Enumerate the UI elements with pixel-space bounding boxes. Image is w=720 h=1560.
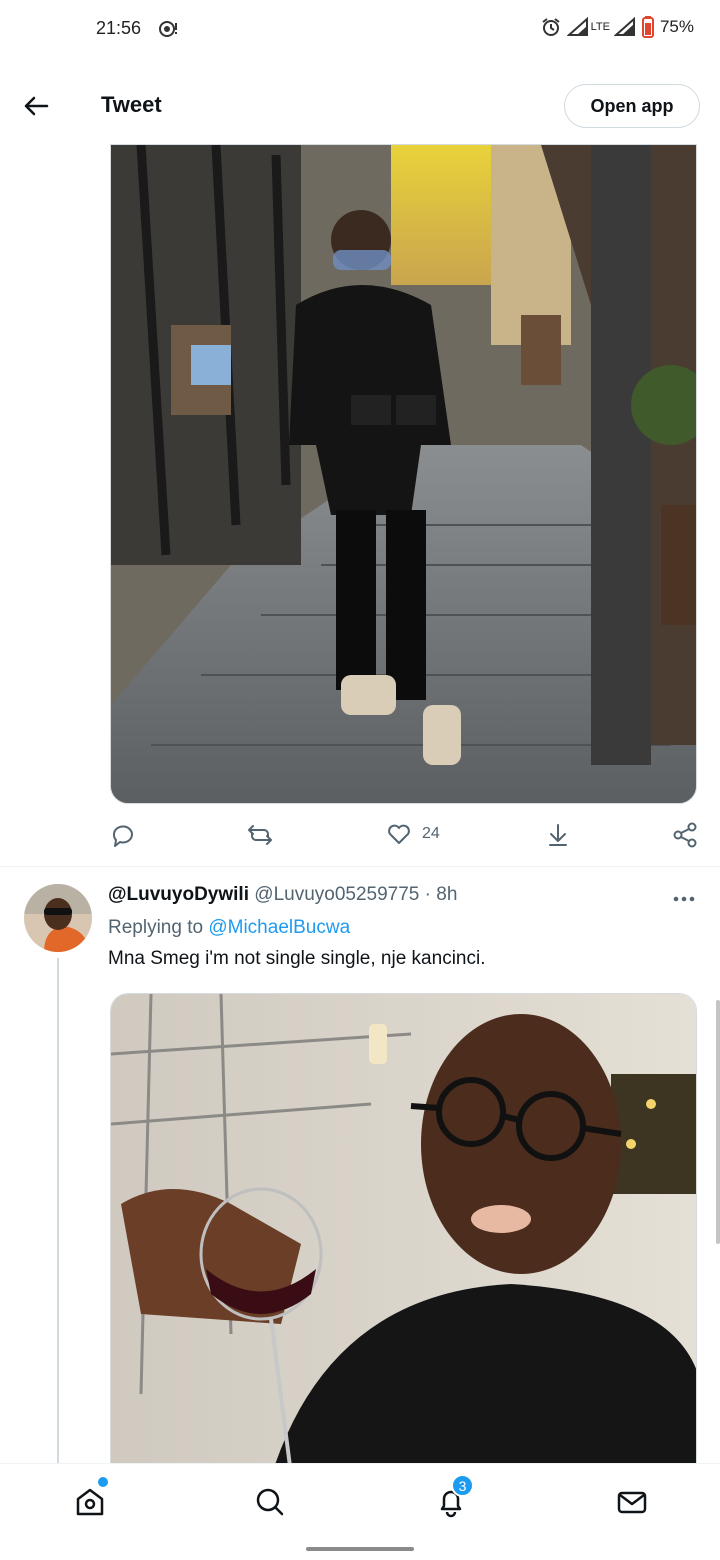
reply-icon	[112, 825, 133, 847]
more-options-button[interactable]	[672, 888, 696, 910]
tweet-time[interactable]: 8h	[436, 884, 457, 905]
bookmark-button[interactable]	[546, 822, 570, 848]
avatar-image	[24, 884, 92, 952]
bottom-nav: 3	[0, 1463, 720, 1539]
thread-line	[57, 958, 59, 1463]
top-app-bar: Tweet Open app	[0, 68, 720, 144]
signal-icon	[566, 17, 588, 36]
replying-to: Replying to @MichaelBucwa	[108, 917, 350, 939]
nav-home[interactable]	[70, 1482, 110, 1522]
whatsapp-notification-icon	[159, 21, 177, 37]
avatar[interactable]	[24, 884, 92, 952]
network-type: LTE	[590, 21, 610, 33]
status-time: 21:56	[96, 18, 142, 38]
gesture-handle[interactable]	[306, 1547, 414, 1551]
battery-icon	[641, 16, 654, 38]
notifications-badge: 3	[451, 1474, 474, 1497]
home-icon	[76, 1488, 104, 1516]
tweet-text: Mna Smeg i'm not single single, nje kanc…	[108, 948, 486, 969]
status-icons: LTE 75%	[541, 16, 694, 38]
download-arrow-icon	[549, 824, 567, 846]
page-title: Tweet	[101, 92, 162, 117]
heart-icon	[388, 824, 410, 844]
user-handle[interactable]: @Luvuyo05259775	[254, 884, 419, 905]
separator: ·	[424, 884, 431, 905]
divider	[0, 866, 720, 867]
alarm-icon	[542, 18, 560, 36]
retweet-icon	[248, 825, 272, 845]
reply-photo-image	[111, 994, 696, 1512]
share-button[interactable]	[672, 822, 698, 848]
back-button[interactable]	[16, 86, 56, 126]
share-icon	[673, 822, 697, 848]
reply-photo[interactable]	[110, 993, 697, 1513]
open-app-button[interactable]: Open app	[564, 84, 700, 128]
retweet-button[interactable]	[246, 822, 274, 848]
reply-button[interactable]	[110, 822, 136, 848]
reply-header: @LuvuyoDywili @Luvuyo05259775 · 8h	[108, 884, 457, 906]
tweet-photo[interactable]	[110, 144, 697, 804]
nav-search[interactable]	[250, 1482, 290, 1522]
nav-messages[interactable]	[612, 1482, 652, 1522]
new-tweets-dot	[98, 1477, 108, 1487]
signal-icon	[613, 17, 635, 36]
messages-icon	[617, 1491, 647, 1514]
tweet-actions: 24	[108, 816, 704, 856]
replying-label: Replying to	[108, 917, 204, 938]
tweet-photo-image	[111, 145, 696, 803]
display-name[interactable]: @LuvuyoDywili	[108, 884, 249, 905]
search-icon	[256, 1488, 284, 1516]
like-count: 24	[422, 825, 440, 842]
more-dots-icon	[673, 896, 695, 902]
battery-level: 75%	[659, 17, 694, 36]
mention-link[interactable]: @MichaelBucwa	[208, 917, 350, 938]
scroll-indicator[interactable]	[716, 1000, 720, 1244]
status-bar: 21:56 LTE 75%	[0, 0, 720, 64]
like-button[interactable]: 24	[386, 822, 440, 846]
back-arrow-icon	[24, 96, 49, 116]
